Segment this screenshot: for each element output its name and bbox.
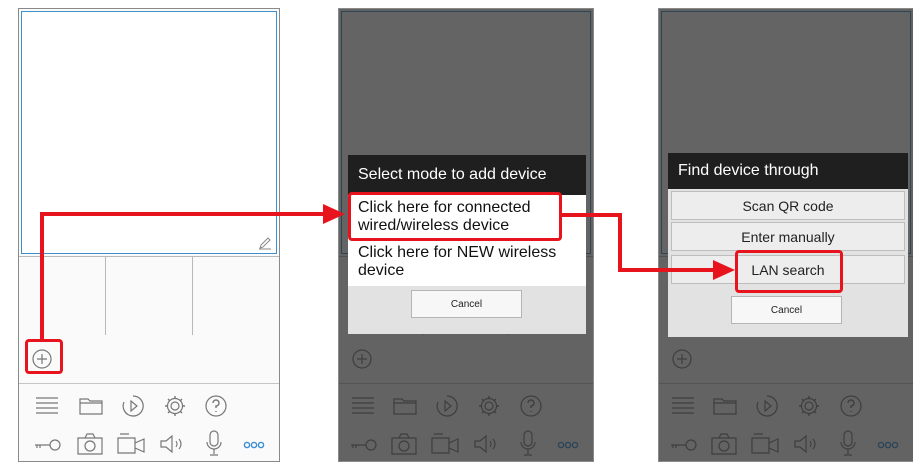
arrow-head (323, 204, 345, 224)
flow-arrows (40, 204, 735, 339)
arrow-to-add-mode (40, 212, 325, 339)
arrow-head (713, 260, 735, 280)
arrow-to-lan-search (562, 213, 715, 272)
